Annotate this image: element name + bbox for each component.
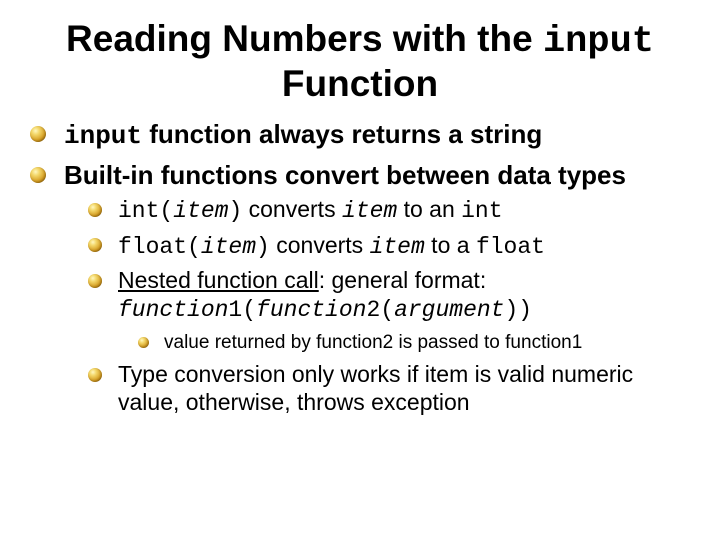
list-item: Type conversion only works if item is va… [88,361,690,416]
list-item-text: float(item) converts item to a float [118,232,545,258]
list-item-text: Nested function call: general format: fu… [118,267,532,321]
sphere-bullet-icon [88,274,102,288]
list-item: input function always returns a string [30,119,690,152]
sphere-bullet-icon [88,203,102,217]
sphere-bullet-icon [88,368,102,382]
list-item: Nested function call: general format: fu… [88,267,690,355]
sub-list: value returned by function2 is passed to… [138,331,690,356]
list-item-text: int(item) converts item to an int [118,196,503,222]
title-code: input [543,21,654,63]
list-item: int(item) converts item to an int [88,196,690,226]
list-item-text: value returned by function2 is passed to… [164,332,582,353]
list-item-text: Built-in functions convert between data … [64,160,626,190]
slide-title: Reading Numbers with the input Function [30,18,690,105]
list-item: Built-in functions convert between data … [30,160,690,417]
sphere-bullet-icon [88,238,102,252]
bullet-list: input function always returns a string Bu… [30,119,690,417]
sub-list: int(item) converts item to an int float(i… [88,196,690,416]
list-item: value returned by function2 is passed to… [138,331,690,356]
title-pre: Reading Numbers with the [66,18,543,59]
sphere-bullet-icon [30,167,46,183]
list-item: float(item) converts item to a float [88,232,690,262]
title-post: Function [282,63,438,104]
sphere-bullet-icon [138,337,149,348]
list-item-text: Type conversion only works if item is va… [118,361,633,415]
list-item-text: input function always returns a string [64,119,542,149]
sphere-bullet-icon [30,126,46,142]
